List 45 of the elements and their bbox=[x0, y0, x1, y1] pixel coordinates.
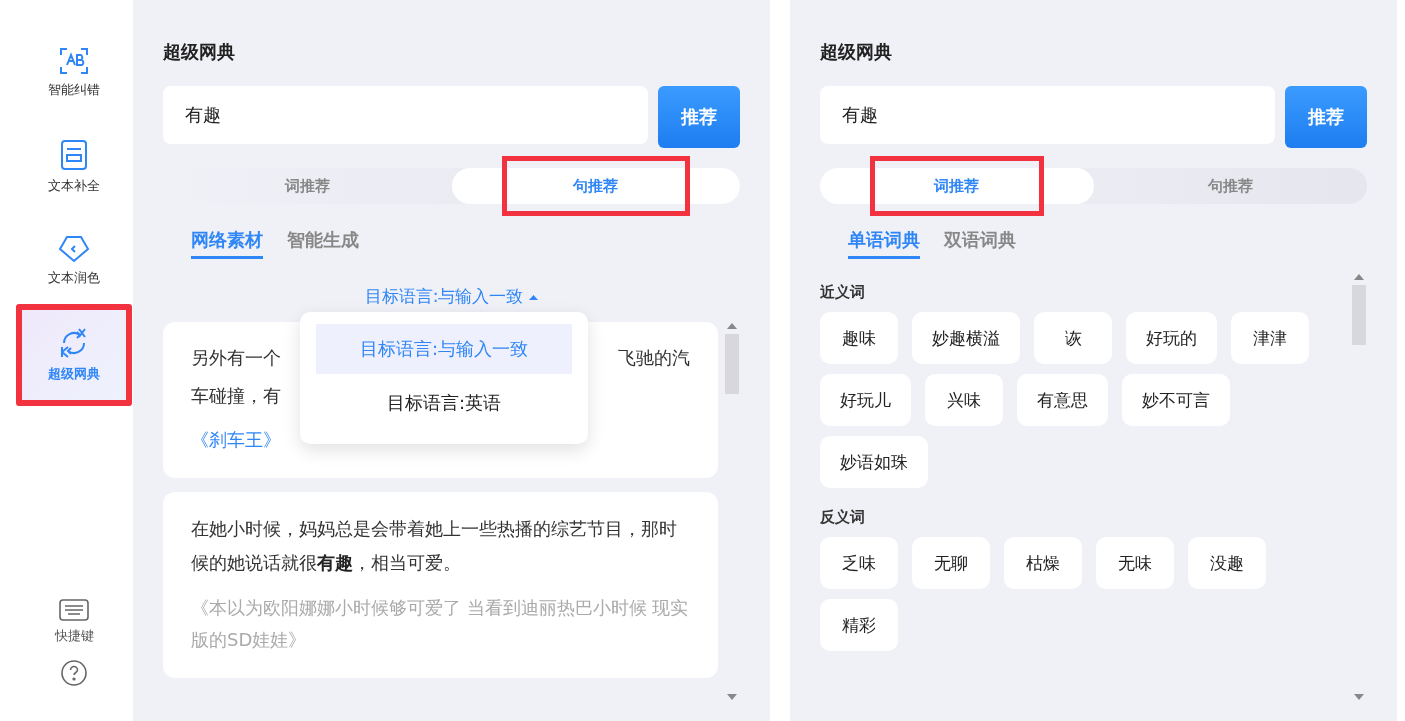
word-chip[interactable]: 妙语如珠 bbox=[820, 436, 928, 488]
document-icon bbox=[60, 139, 88, 171]
keyboard-icon[interactable] bbox=[59, 599, 89, 621]
scroll-down-icon[interactable] bbox=[1353, 693, 1365, 701]
sidebar-item[interactable]: 文本润色 bbox=[22, 216, 126, 306]
sentence-text: 车碰撞，有 bbox=[191, 384, 281, 408]
scroll-down-icon[interactable] bbox=[726, 693, 738, 701]
query-field[interactable]: 有趣 bbox=[820, 86, 1275, 144]
sidebar-item[interactable]: 智能纠错 bbox=[22, 28, 126, 118]
word-chip[interactable]: 没趣 bbox=[1188, 537, 1266, 589]
word-chip[interactable]: 趣味 bbox=[820, 312, 898, 364]
mode-tab[interactable]: 句推荐 bbox=[451, 168, 740, 204]
word-chip[interactable]: 无味 bbox=[1096, 537, 1174, 589]
ab-correction-icon bbox=[59, 47, 89, 75]
shortcut-label[interactable]: 快捷键 bbox=[54, 627, 94, 645]
panel-title: 超级网典 bbox=[163, 40, 236, 64]
word-chip[interactable]: 枯燥 bbox=[1004, 537, 1082, 589]
sentence-text: 在她小时候，妈妈总是会带着她上一些热播的综艺节目，那时候的她说话就很有趣，相当可爱。 bbox=[191, 517, 678, 575]
help-icon[interactable] bbox=[60, 659, 88, 687]
word-chip[interactable]: 有意思 bbox=[1017, 374, 1108, 426]
scroll-up-icon[interactable] bbox=[726, 322, 738, 330]
word-chip[interactable]: 乏味 bbox=[820, 537, 898, 589]
scrollbar-thumb[interactable] bbox=[1352, 285, 1366, 345]
caret-icon bbox=[529, 293, 539, 300]
word-chip[interactable]: 好玩的 bbox=[1126, 312, 1217, 364]
word-chip[interactable]: 无聊 bbox=[912, 537, 990, 589]
word-chip[interactable]: 津津 bbox=[1231, 312, 1309, 364]
word-chip[interactable]: 妙不可言 bbox=[1122, 374, 1230, 426]
sidebar-item[interactable]: 文本补全 bbox=[22, 122, 126, 212]
word-chip[interactable]: 兴味 bbox=[925, 374, 1003, 426]
diamond-icon bbox=[58, 235, 90, 263]
mode-tab[interactable]: 词推荐 bbox=[820, 168, 1094, 204]
scrollbar-thumb[interactable] bbox=[725, 334, 739, 394]
scroll-up-icon[interactable] bbox=[1353, 273, 1365, 281]
word-chip[interactable]: 好玩儿 bbox=[820, 374, 911, 426]
word-chip[interactable]: 精彩 bbox=[820, 599, 898, 651]
group-heading: 近义词 bbox=[820, 283, 866, 302]
sentence-text: 飞驰的汽 bbox=[618, 346, 690, 370]
sentence-text: 另外有一个 bbox=[191, 346, 281, 370]
panel-title: 超级网典 bbox=[820, 40, 893, 64]
source-text: 《本以为欧阳娜娜小时候够可爱了 当看到迪丽热巴小时候 现实版的SD娃娃》 bbox=[191, 596, 690, 652]
group-heading: 反义词 bbox=[820, 508, 866, 527]
word-chip[interactable]: 妙趣横溢 bbox=[912, 312, 1020, 364]
word-chip[interactable]: 诙 bbox=[1034, 312, 1112, 364]
query-field[interactable]: 有趣 bbox=[163, 86, 648, 144]
